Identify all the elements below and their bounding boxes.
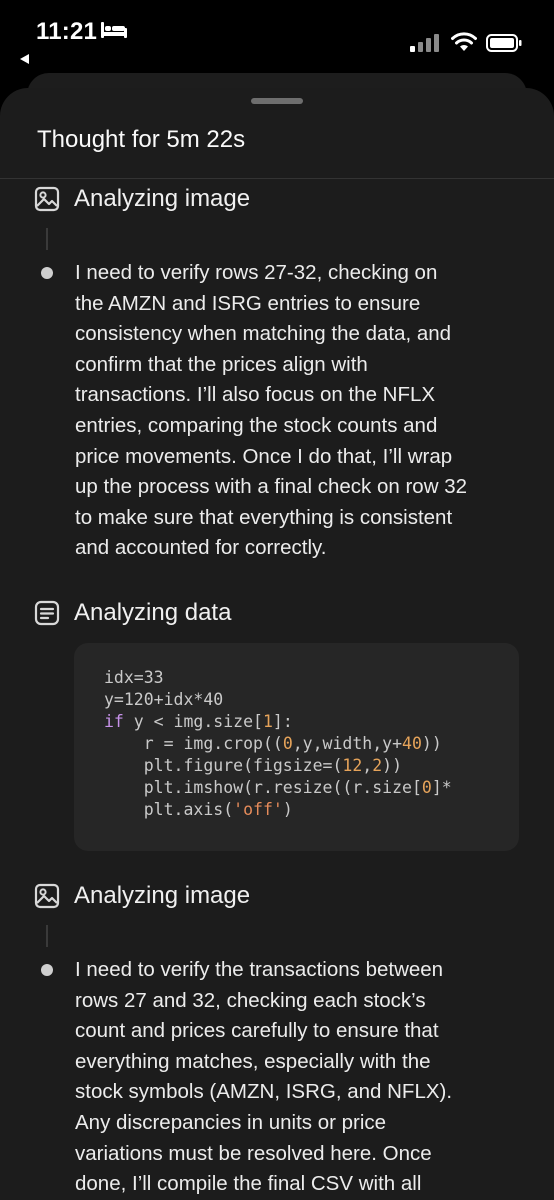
bullet-dot [41,964,53,976]
step-analyzing-image-2: Analyzing image [34,882,250,910]
code-line: plt.figure(figsize=(12,2)) [104,755,452,777]
code-line: plt.imshow(r.resize((r.size[0]* [104,777,452,799]
battery-icon [486,34,522,52]
code-token: ]* [431,778,452,797]
code-line: if y < img.size[1]: [104,711,452,733]
thought-line: to make sure that everything is consiste… [75,505,453,529]
thought-line: confirm that the prices align with [75,352,368,376]
code-token: plt.axis( [104,800,234,819]
code-token: 1 [262,712,273,731]
thought-sheet: Thought for 5m 22s Analyzing image I nee… [0,88,554,1200]
code-lines: idx=33 y=120+idx*40 if y < img.size[1]: r … [104,667,452,821]
status-time: 11:21 [36,18,98,45]
thought-line: price movements. Once I do that, I’ll wr… [75,444,453,468]
wifi-icon [451,32,477,51]
step-analyzing-image-1: Analyzing image [34,185,250,213]
image-icon [34,883,60,909]
code-token: 0 [282,734,293,753]
code-block[interactable]: idx=33 y=120+idx*40 if y < img.size[1]: r … [74,643,519,851]
thought-line: done, I’ll compile the final CSV with al… [75,1172,422,1196]
cellular-signal-icon [410,34,439,52]
thought-line: the AMZN and ISRG entries to ensure [75,291,421,315]
bullet-dot [41,267,53,279]
code-line: idx=33 [104,667,452,689]
code-token: if [104,712,124,731]
thought-line: and accounted for correctly. [75,536,327,560]
code-token: plt.figure(figsize=( [104,756,343,775]
code-line: r = img.crop((0,y,width,y+40)) [104,733,452,755]
step-analyzing-data: Analyzing data [34,599,231,627]
thought-line: entries, comparing the stock counts and [75,413,438,437]
code-token: 40 [402,734,422,753]
thought-line: I need to verify the transactions betwee… [75,958,444,981]
thought-line: consistency when matching the data, and [75,322,452,346]
sheet-grabber-handle[interactable] [251,98,303,104]
image-icon [34,186,60,212]
code-token: 'off' [233,800,283,819]
thought-line: count and prices carefully to ensure tha… [75,1019,439,1043]
code-token: ,y,width,y+ [292,734,403,753]
divider [0,178,554,179]
code-token: 12 [342,756,363,775]
code-token: ) [282,800,293,819]
code-token: , [362,756,373,775]
code-token: idx=33 [104,668,164,687]
thought-line: variations must be resolved here. Once [75,1141,432,1165]
step-label: Analyzing image [74,185,251,212]
bed-icon [101,22,127,38]
sheet-title: Thought for 5m 22s [37,126,246,153]
thought-line: I need to verify rows 27-32, checking on [75,261,438,284]
code-token: ]: [272,712,293,731]
thought-line: stock symbols (AMZN, ISRG, and NFLX). [75,1080,453,1104]
code-line: y=120+idx*40 [104,689,452,711]
thought-line: everything matches, especially with the [75,1049,431,1073]
timeline-connector [46,228,48,250]
code-token: 0 [421,778,432,797]
thought-line: transactions. I’ll also focus on the NFL… [75,383,436,407]
thought-paragraph-1: I need to verify rows 27-32, checking on… [75,258,515,564]
code-token: 2 [372,756,383,775]
code-token: )) [421,734,442,753]
thought-line: Any discrepancies in units or price [75,1110,387,1134]
step-label: Analyzing image [74,882,251,909]
code-token: r = img.crop(( [104,734,283,753]
timeline-connector [46,925,48,947]
code-token: y < img.size[ [123,712,263,731]
step-label: Analyzing data [74,599,232,626]
thought-paragraph-2: I need to verify the transactions betwee… [75,955,515,1200]
status-bar: 11:21 [0,0,554,70]
code-line: plt.axis('off') [104,799,452,821]
thought-line: rows 27 and 32, checking each stock’s [75,988,426,1012]
thought-line: up the process with a final check on row… [75,475,467,499]
code-token: plt.imshow(r.resize((r.size[ [104,778,422,797]
back-arrow-icon[interactable] [18,53,30,65]
code-token: )) [382,756,403,775]
code-token: y=120+idx*40 [104,690,224,709]
document-list-icon [34,600,60,626]
